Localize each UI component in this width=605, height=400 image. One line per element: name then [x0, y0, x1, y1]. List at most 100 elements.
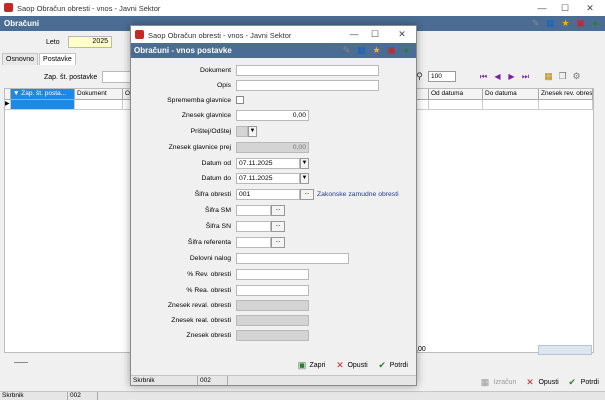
maximize-icon[interactable]: ☐	[558, 2, 572, 14]
grid-header-znesek-rev[interactable]: Znesek rev. obresti	[539, 89, 593, 100]
sifra-obresti-lookup-icon[interactable]: ...	[300, 189, 314, 200]
sifra-obresti-description: Zakonske zamudne obresti	[317, 191, 399, 198]
dialog-statusbar: Skrbnik 002	[131, 375, 416, 385]
dialog-minimize-icon[interactable]: —	[347, 28, 361, 40]
main-header-title: Obračuni	[4, 19, 40, 28]
izracun-button[interactable]: ▦ Izračun	[480, 377, 517, 388]
pristej-select[interactable]	[236, 126, 248, 137]
sifra-sm-lookup-icon[interactable]: ...	[271, 205, 285, 216]
znesek-glavnice-input[interactable]: 0,00	[236, 110, 309, 121]
zap-input[interactable]	[102, 71, 132, 83]
rea-obresti-input[interactable]	[236, 285, 309, 296]
grid-toolbar: ⚲ 100 ⏮ ◀ ▶ ⏭ ▦ ❐ ⚙	[414, 71, 582, 82]
datum-od-dropdown-icon[interactable]: ▼	[300, 158, 309, 169]
dialog-status-user: Skrbnik	[131, 376, 198, 385]
sifra-sn-label: Šifra SN	[205, 223, 231, 230]
dialog-potrdi-button[interactable]: ✔ Potrdi	[377, 360, 408, 371]
dialog-check-icon: ✔	[378, 360, 386, 370]
grid-header-zap[interactable]: ▼ Zap. št. posta...	[11, 89, 75, 100]
vnos-postavke-dialog: Saop Obračun obresti - vnos - Javni Sekt…	[130, 25, 417, 386]
calculator-icon: ▦	[480, 377, 490, 387]
dialog-buttons: ▣ Zapri ✕ Opusti ✔ Potrdi	[297, 360, 408, 371]
znesek-glavnice-prej-label: Znesek glavnice prej	[168, 144, 231, 151]
rev-obresti-input[interactable]	[236, 269, 309, 280]
dialog-lock-icon[interactable]: ▣	[386, 45, 397, 56]
dokument-label: Dokument	[200, 67, 231, 74]
footer-sum: ,00	[416, 346, 426, 353]
status-code: 002	[68, 392, 98, 400]
pristej-dropdown-icon[interactable]: ▼	[248, 126, 257, 137]
delovni-nalog-label: Delovni nalog	[189, 255, 231, 262]
dialog-form: Dokument Opis Sprememba glavnice Znesek …	[131, 58, 416, 366]
sifra-sm-label: Šifra SM	[204, 207, 231, 214]
dialog-cancel-icon: ✕	[336, 360, 344, 370]
export-icon[interactable]: ▦	[543, 71, 554, 82]
dialog-close-icon[interactable]: ✕	[395, 28, 409, 40]
opis-input[interactable]	[236, 80, 379, 91]
last-record-icon[interactable]: ⏭	[520, 72, 531, 82]
lock-icon[interactable]: ▣	[575, 18, 586, 29]
sifra-sm-input[interactable]	[236, 205, 271, 216]
main-statusbar: Skrbnik 002	[0, 391, 605, 400]
dialog-maximize-icon[interactable]: ☐	[368, 28, 382, 40]
dialog-grid-icon[interactable]: ▦	[356, 45, 367, 56]
app-icon	[4, 3, 13, 12]
close-icon[interactable]: ✕	[583, 2, 597, 14]
main-opusti-button[interactable]: ✕ Opusti	[524, 377, 559, 388]
dialog-status-code: 002	[198, 376, 228, 385]
dialog-globe-icon[interactable]: ●	[401, 45, 412, 56]
first-record-icon[interactable]: ⏮	[478, 72, 489, 82]
tab-osnovno[interactable]: Osnovno	[2, 53, 39, 65]
prev-record-icon[interactable]: ◀	[492, 72, 503, 81]
sprememba-checkbox[interactable]	[236, 96, 244, 104]
grid-header-do-datuma[interactable]: Do datuma	[483, 89, 539, 100]
dialog-opusti-button[interactable]: ✕ Opusti	[334, 360, 368, 371]
rea-obresti-label: % Rea. obresti	[186, 287, 231, 294]
pristej-label: Prištej/Odštej	[190, 128, 231, 135]
grid-icon[interactable]: ▦	[545, 18, 556, 29]
footer-divider	[14, 362, 28, 363]
dialog-star-icon[interactable]: ★	[371, 45, 382, 56]
delovni-nalog-input[interactable]	[236, 253, 349, 264]
save-icon: ▣	[297, 360, 307, 370]
leto-input[interactable]: 2025	[68, 36, 112, 48]
znesek-real-input	[236, 315, 309, 326]
tab-postavke[interactable]: Postavke	[39, 53, 76, 65]
datum-od-input[interactable]: 07.11.2025	[236, 158, 300, 169]
minimize-icon[interactable]: —	[535, 2, 549, 14]
main-titlebar: Saop Obračun obresti - vnos - Javni Sekt…	[0, 0, 605, 16]
dokument-input[interactable]	[236, 65, 379, 76]
sifra-sn-lookup-icon[interactable]: ...	[271, 221, 285, 232]
zoom-select[interactable]: 100	[428, 71, 456, 82]
status-user: Skrbnik	[0, 392, 68, 400]
sifra-obresti-input[interactable]: 001	[236, 189, 300, 200]
zap-label: Zap. št. postavke	[44, 74, 98, 81]
zapri-button[interactable]: ▣ Zapri	[297, 360, 326, 371]
datum-od-label: Datum od	[201, 160, 231, 167]
znesek-glavnice-label: Znesek glavnice	[181, 112, 231, 119]
settings-icon[interactable]: ⚙	[571, 71, 582, 82]
sifra-referenta-input[interactable]	[236, 237, 271, 248]
datum-do-label: Datum do	[201, 175, 231, 182]
datum-do-input[interactable]: 07.11.2025	[236, 173, 300, 184]
opis-label: Opis	[217, 82, 231, 89]
globe-icon[interactable]: ●	[590, 18, 601, 29]
star-icon[interactable]: ★	[560, 18, 571, 29]
znesek-reval-label: Znesek reval. obresti	[167, 302, 231, 309]
rev-obresti-label: % Rev. obresti	[187, 271, 231, 278]
tab-bar: Osnovno Postavke	[2, 53, 77, 65]
dialog-app-icon	[135, 30, 144, 39]
main-window-title: Saop Obračun obresti - vnos - Javni Sekt…	[17, 4, 161, 13]
main-buttons: ▦ Izračun ✕ Opusti ✔ Potrdi	[480, 377, 599, 388]
dialog-edit-icon[interactable]: ✎	[341, 45, 352, 56]
sifra-referenta-lookup-icon[interactable]: ...	[271, 237, 285, 248]
sifra-sn-input[interactable]	[236, 221, 271, 232]
copy-icon[interactable]: ❐	[557, 71, 568, 82]
znesek-reval-input	[236, 300, 309, 311]
grid-header-od-datuma[interactable]: Od datuma	[429, 89, 483, 100]
edit-icon[interactable]: ✎	[530, 18, 541, 29]
next-record-icon[interactable]: ▶	[506, 72, 517, 81]
main-potrdi-button[interactable]: ✔ Potrdi	[567, 377, 599, 388]
datum-do-dropdown-icon[interactable]: ▼	[300, 173, 309, 184]
grid-header-dokument[interactable]: Dokument	[75, 89, 123, 100]
